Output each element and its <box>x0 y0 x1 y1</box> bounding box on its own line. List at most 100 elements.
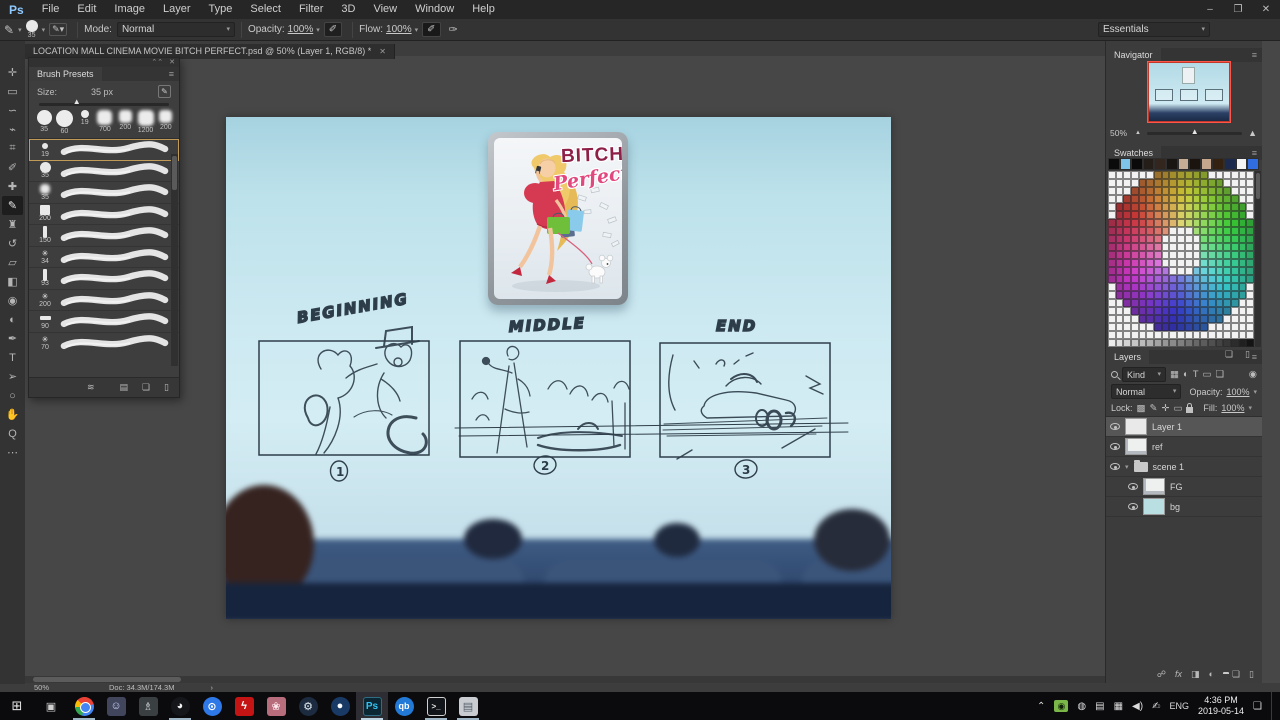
brush-preset-row[interactable]: ✳200 <box>29 290 179 312</box>
swatch[interactable] <box>1193 275 1201 283</box>
swatch[interactable] <box>1231 299 1239 307</box>
swatch[interactable] <box>1146 187 1154 195</box>
swatch-recent-row[interactable] <box>1108 158 1259 170</box>
swatch[interactable] <box>1162 299 1170 307</box>
swatch[interactable] <box>1177 299 1185 307</box>
airbrush-toggle-icon[interactable]: ✐ <box>422 22 440 37</box>
document-canvas[interactable]: BEGINNING MIDDLE END 1 2 3 <box>226 117 891 619</box>
swatch[interactable] <box>1216 219 1224 227</box>
tool-gradient[interactable]: ◧ <box>2 272 23 291</box>
swatch[interactable] <box>1146 275 1154 283</box>
swatch[interactable] <box>1154 195 1162 203</box>
swatch[interactable] <box>1169 291 1177 299</box>
swatch[interactable] <box>1239 299 1247 307</box>
layer-row-ref[interactable]: ref <box>1106 437 1262 457</box>
swatch[interactable] <box>1177 307 1185 315</box>
swatch[interactable] <box>1131 179 1139 187</box>
swatch[interactable] <box>1108 283 1116 291</box>
swatch[interactable] <box>1139 179 1147 187</box>
new-layer-icon[interactable]: ❏ <box>1232 669 1240 680</box>
lock-pixels-icon[interactable]: ✎ <box>1150 403 1158 414</box>
swatch[interactable] <box>1146 339 1154 347</box>
swatch[interactable] <box>1200 235 1208 243</box>
swatch[interactable] <box>1108 227 1116 235</box>
swatch[interactable] <box>1139 315 1147 323</box>
swatch[interactable] <box>1200 243 1208 251</box>
swatch[interactable] <box>1154 315 1162 323</box>
swatch[interactable] <box>1116 243 1124 251</box>
swatch[interactable] <box>1223 187 1231 195</box>
swatch[interactable] <box>1200 291 1208 299</box>
swatch[interactable] <box>1177 283 1185 291</box>
swatch[interactable] <box>1131 267 1139 275</box>
canvas-horizontal-scrollbar[interactable] <box>25 676 1105 683</box>
lock-transparency-icon[interactable]: ▩ <box>1137 403 1146 414</box>
swatch[interactable] <box>1116 307 1124 315</box>
swatch[interactable] <box>1146 267 1154 275</box>
swatch[interactable] <box>1193 259 1201 267</box>
swatch[interactable] <box>1177 331 1185 339</box>
slider-thumb[interactable]: ▲ <box>73 97 81 106</box>
brush-preset-row[interactable]: ✳34 <box>29 247 179 269</box>
tool-quick-select[interactable]: ⌁ <box>2 120 23 139</box>
swatch[interactable] <box>1123 227 1131 235</box>
taskbar-app-discord[interactable]: ☺ <box>100 692 132 720</box>
swatch[interactable] <box>1169 171 1177 179</box>
brush-tip[interactable]: 60 <box>55 110 73 135</box>
swatch[interactable] <box>1169 307 1177 315</box>
swatch[interactable] <box>1146 179 1154 187</box>
tool-move[interactable]: ✛ <box>2 63 23 82</box>
layer-name[interactable]: bg <box>1170 502 1180 512</box>
navigator-proxy-view[interactable] <box>1148 62 1230 122</box>
swatch[interactable] <box>1123 259 1131 267</box>
swatch[interactable] <box>1154 179 1162 187</box>
swatch[interactable] <box>1131 299 1139 307</box>
swatch[interactable] <box>1162 179 1170 187</box>
layer-thumbnail[interactable] <box>1143 478 1165 495</box>
menu-item3d[interactable]: 3D <box>332 0 364 19</box>
swatch[interactable] <box>1216 267 1224 275</box>
swatch[interactable] <box>1154 259 1162 267</box>
swatch[interactable] <box>1231 267 1239 275</box>
swatch[interactable] <box>1223 203 1231 211</box>
swatch[interactable] <box>1169 259 1177 267</box>
swatch[interactable] <box>1231 243 1239 251</box>
swatch[interactable] <box>1131 187 1139 195</box>
menu-itemfilter[interactable]: Filter <box>290 0 332 19</box>
fill-value[interactable]: 100% <box>1221 403 1244 413</box>
swatch[interactable] <box>1178 158 1190 170</box>
swatch[interactable] <box>1246 267 1254 275</box>
swatch[interactable] <box>1246 315 1254 323</box>
swatch[interactable] <box>1162 307 1170 315</box>
swatch[interactable] <box>1146 251 1154 259</box>
swatch[interactable] <box>1239 179 1247 187</box>
navigator-tab[interactable]: Navigator <box>1106 48 1161 62</box>
swatch[interactable] <box>1185 203 1193 211</box>
swatch[interactable] <box>1154 283 1162 291</box>
swatch[interactable] <box>1208 243 1216 251</box>
swatch[interactable] <box>1108 158 1120 170</box>
swatch[interactable] <box>1123 179 1131 187</box>
swatch[interactable] <box>1216 195 1224 203</box>
swatch[interactable] <box>1231 251 1239 259</box>
swatch[interactable] <box>1246 195 1254 203</box>
menu-itemselect[interactable]: Select <box>241 0 290 19</box>
action-center-icon[interactable]: ❏ <box>1253 701 1262 712</box>
swatch[interactable] <box>1108 211 1116 219</box>
swatch[interactable] <box>1193 339 1201 347</box>
swatch[interactable] <box>1131 315 1139 323</box>
swatch[interactable] <box>1116 315 1124 323</box>
swatch[interactable] <box>1231 195 1239 203</box>
swatch[interactable] <box>1193 315 1201 323</box>
swatch[interactable] <box>1123 331 1131 339</box>
swatch[interactable] <box>1131 323 1139 331</box>
swatch[interactable] <box>1212 158 1224 170</box>
swatch[interactable] <box>1193 251 1201 259</box>
menu-itemedit[interactable]: Edit <box>68 0 105 19</box>
swatch[interactable] <box>1131 251 1139 259</box>
navigator-zoom-value[interactable]: 50% <box>1110 128 1127 138</box>
swatches-scrollbar[interactable] <box>1255 171 1261 347</box>
brush-preset-row[interactable]: 93 <box>29 268 179 290</box>
swatch[interactable] <box>1169 243 1177 251</box>
swatch[interactable] <box>1154 331 1162 339</box>
